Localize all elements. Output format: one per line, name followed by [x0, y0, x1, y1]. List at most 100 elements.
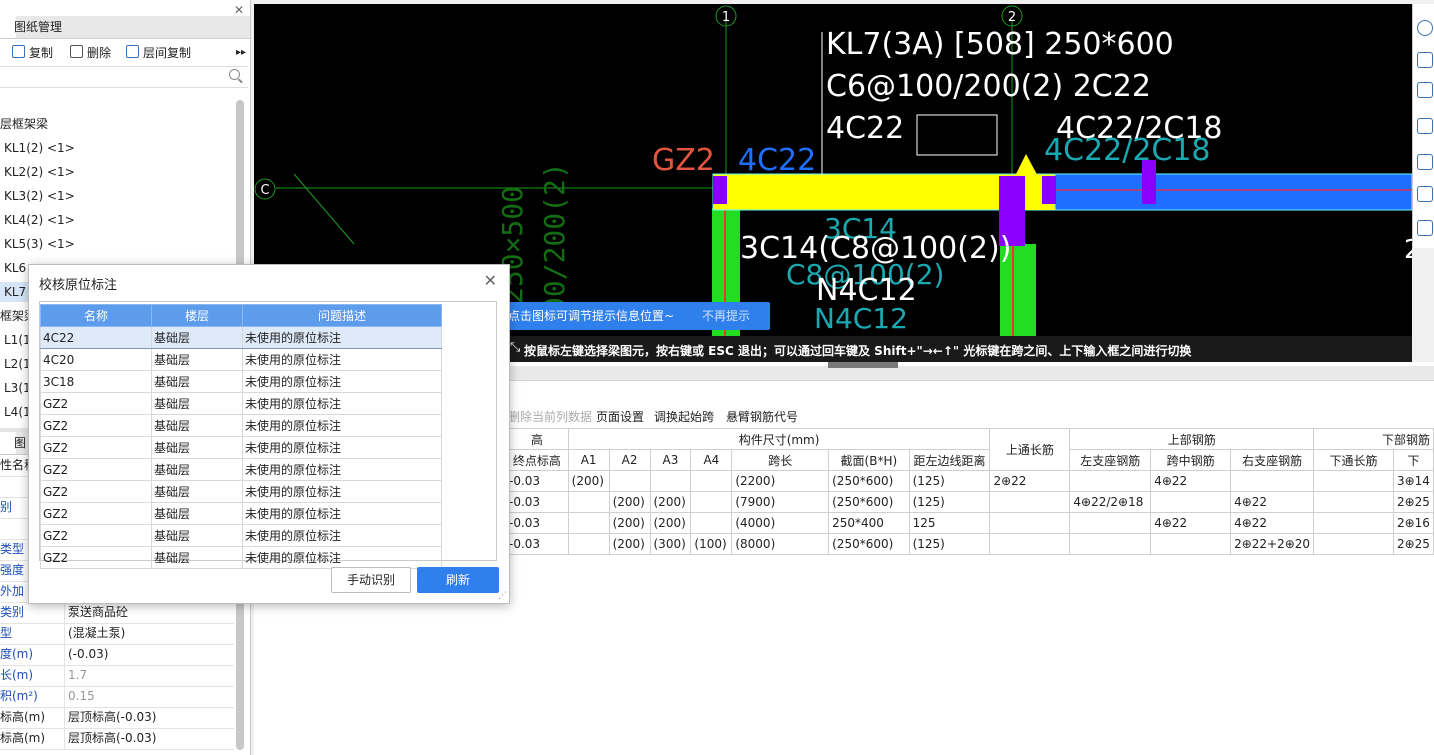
cell[interactable]: [690, 470, 733, 492]
cell[interactable]: 2⊕22: [989, 470, 1071, 492]
swap-start-span-button[interactable]: 调换起始跨: [654, 408, 714, 425]
cantilever-code-button[interactable]: 悬臂钢筋代号: [726, 408, 798, 425]
col-header-issue[interactable]: 问题描述: [242, 304, 442, 327]
cell[interactable]: -0.03: [505, 533, 569, 555]
cell[interactable]: 4⊕22/2⊕18: [1069, 491, 1152, 513]
cell[interactable]: [1150, 533, 1232, 555]
cell[interactable]: 2⊕22+2⊕20: [1230, 533, 1315, 555]
delete-button[interactable]: 删除: [70, 44, 111, 62]
table-row[interactable]: -0.03 (200) (200) (7900) (250*600) (125) 4⊕22/…: [505, 491, 1434, 513]
cell[interactable]: (2200): [731, 470, 830, 492]
cell[interactable]: (125): [908, 533, 991, 555]
cell[interactable]: (250*600): [828, 491, 910, 513]
tree-item[interactable]: L3(1: [4, 378, 31, 398]
table-row[interactable]: GZ2 基础层 未使用的原位标注: [40, 480, 442, 503]
cell[interactable]: [1069, 533, 1152, 555]
tab-drawing-management[interactable]: 图纸管理: [8, 16, 68, 38]
cell[interactable]: 2⊕25: [1392, 533, 1434, 555]
cell[interactable]: [1150, 491, 1232, 513]
prop-value[interactable]: 泵送商品砼: [64, 602, 233, 623]
tree-item[interactable]: KL4(2) <1>: [4, 210, 75, 230]
front-view-icon[interactable]: [1417, 118, 1433, 134]
col-header-floor[interactable]: 楼层: [151, 304, 243, 327]
cell[interactable]: (250*600): [828, 470, 910, 492]
cell[interactable]: [690, 512, 733, 534]
cell[interactable]: 4⊕22: [1230, 512, 1315, 534]
cell[interactable]: 2⊕16: [1392, 512, 1434, 534]
cell[interactable]: 4⊕22: [1150, 512, 1232, 534]
cube-icon[interactable]: [1417, 186, 1433, 202]
cell[interactable]: (200): [649, 491, 692, 513]
cell[interactable]: [1069, 512, 1152, 534]
prop-value[interactable]: 1.7: [64, 665, 233, 686]
cell[interactable]: 250*400: [828, 512, 910, 534]
cell[interactable]: [1313, 512, 1394, 534]
tree-item[interactable]: KL3(2) <1>: [4, 186, 75, 206]
cell[interactable]: -0.03: [505, 512, 569, 534]
table-row[interactable]: -0.03 (200) (200) (4000) 250*400 125 4⊕22 4⊕22 2…: [505, 512, 1434, 534]
cell[interactable]: (4000): [731, 512, 830, 534]
table-row[interactable]: GZ2 基础层 未使用的原位标注: [40, 414, 442, 437]
cell[interactable]: (125): [908, 491, 991, 513]
table-row[interactable]: GZ2 基础层 未使用的原位标注: [40, 392, 442, 415]
tree-item[interactable]: KL1(2) <1>: [4, 138, 75, 158]
prop-value[interactable]: (-0.03): [64, 644, 233, 665]
prop-value[interactable]: 层顶标高(-0.03): [64, 707, 233, 728]
cell[interactable]: (7900): [731, 491, 830, 513]
floor-copy-button[interactable]: 层间复制: [126, 44, 191, 62]
delete-column-button[interactable]: 删除当前列数据: [508, 408, 592, 425]
search-input[interactable]: [0, 66, 248, 88]
cell[interactable]: 2⊕25: [1392, 491, 1434, 513]
table-row[interactable]: GZ2 基础层 未使用的原位标注: [40, 436, 442, 459]
cell[interactable]: [989, 491, 1071, 513]
beam-blue[interactable]: [1051, 173, 1412, 211]
cell[interactable]: (200): [608, 512, 651, 534]
table-row[interactable]: GZ2 基础层 未使用的原位标注: [40, 458, 442, 481]
cell[interactable]: 4⊕22: [1230, 491, 1315, 513]
cell[interactable]: [1313, 491, 1394, 513]
manual-identify-button[interactable]: 手动识别: [331, 567, 411, 593]
prop-value[interactable]: (混凝土泵): [64, 623, 233, 644]
cell[interactable]: [690, 491, 733, 513]
top-view-icon[interactable]: [1417, 82, 1433, 98]
close-icon[interactable]: ✕: [234, 3, 244, 17]
tree-item[interactable]: KL6: [4, 258, 26, 278]
table-row[interactable]: GZ2 基础层 未使用的原位标注: [40, 546, 442, 569]
cell[interactable]: (200): [608, 491, 651, 513]
cell[interactable]: (125): [908, 470, 991, 492]
refresh-button[interactable]: 刷新: [417, 567, 499, 593]
splitter-handle[interactable]: [828, 362, 898, 368]
table-row[interactable]: 4C22 基础层 未使用的原位标注: [40, 326, 442, 349]
3d-view-icon[interactable]: [1417, 52, 1433, 68]
tree-item[interactable]: L2(1: [4, 354, 31, 374]
cell[interactable]: [1313, 533, 1394, 555]
cell[interactable]: [608, 470, 651, 492]
cell[interactable]: [567, 533, 610, 555]
table-row[interactable]: -0.03 (200) (2200) (250*600) (125) 2⊕22 4⊕22 3⊕…: [505, 470, 1434, 492]
tip-dismiss-link[interactable]: 不再提示: [702, 302, 750, 330]
cell[interactable]: -0.03: [505, 470, 569, 492]
close-icon[interactable]: ✕: [484, 271, 497, 290]
input-box-outline[interactable]: [916, 114, 998, 156]
page-setup-button[interactable]: 页面设置: [596, 408, 644, 425]
table-row[interactable]: 3C18 基础层 未使用的原位标注: [40, 370, 442, 393]
cell[interactable]: (8000): [731, 533, 830, 555]
tree-group-frame-beams[interactable]: 层框架梁: [0, 114, 48, 134]
cell[interactable]: [989, 512, 1071, 534]
cell[interactable]: [1069, 470, 1152, 492]
cell[interactable]: -0.03: [505, 491, 569, 513]
prop-value[interactable]: 层顶标高(-0.03): [64, 728, 233, 749]
col-header-name[interactable]: 名称: [40, 304, 152, 327]
table-row[interactable]: GZ2 基础层 未使用的原位标注: [40, 502, 442, 525]
more-icon[interactable]: ▸▸: [236, 44, 246, 62]
cell[interactable]: [1230, 470, 1315, 492]
prop-value[interactable]: 0.15: [64, 686, 233, 707]
tree-item[interactable]: L4(1: [4, 402, 31, 422]
cell[interactable]: 3⊕14: [1392, 470, 1434, 492]
table-row[interactable]: -0.03 (200) (300) (100) (8000) (250*600) (125)…: [505, 533, 1434, 555]
orbit-icon[interactable]: [1417, 20, 1433, 36]
cell[interactable]: [1313, 470, 1394, 492]
layer-list-icon[interactable]: [1417, 220, 1433, 236]
tree-item[interactable]: L1(1: [4, 330, 31, 350]
cell[interactable]: [567, 512, 610, 534]
